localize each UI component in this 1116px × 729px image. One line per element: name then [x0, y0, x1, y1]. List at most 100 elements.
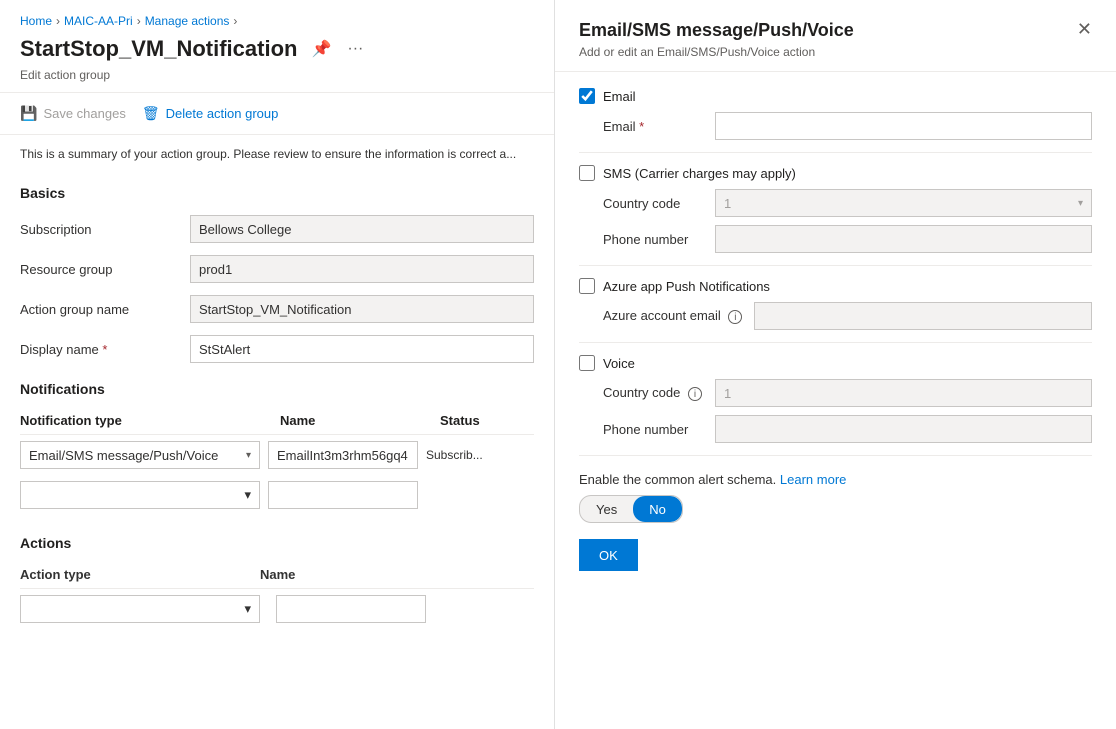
notification-type-select-1[interactable]: ▾: [20, 481, 260, 509]
breadcrumb-manage-actions[interactable]: Manage actions: [145, 14, 230, 28]
email-checkbox-row: Email: [579, 88, 1092, 104]
sms-phone-row: Phone number: [579, 225, 1092, 253]
delete-label: Delete action group: [166, 106, 279, 121]
toggle-group: Yes No: [579, 495, 683, 523]
push-account-label: Azure account email i: [603, 308, 742, 325]
sms-label: SMS (Carrier charges may apply): [603, 166, 796, 181]
toggle-yes-button[interactable]: Yes: [580, 496, 633, 522]
display-name-required: *: [102, 342, 107, 357]
display-name-row: Display name *: [0, 329, 554, 369]
voice-info-icon[interactable]: i: [688, 387, 702, 401]
learn-more-link[interactable]: Learn more: [780, 472, 846, 487]
email-field-row: Email *: [579, 112, 1092, 140]
email-input[interactable]: [715, 112, 1092, 140]
chevron-down-icon-action-0: ▾: [244, 601, 251, 617]
info-text: This is a summary of your action group. …: [0, 135, 554, 173]
breadcrumb-sep3: ›: [233, 14, 237, 28]
sms-country-row: Country code 1 ▾: [579, 189, 1092, 217]
subscription-input[interactable]: [190, 215, 534, 243]
save-button[interactable]: 💾 Save changes: [20, 101, 126, 126]
email-divider: [579, 152, 1092, 153]
sms-phone-input[interactable]: [715, 225, 1092, 253]
voice-checkbox[interactable]: [579, 355, 595, 371]
notification-row-1: ▾: [20, 475, 534, 515]
action-name-input-0[interactable]: [276, 595, 426, 623]
display-name-input[interactable]: [190, 335, 534, 363]
notifications-header: Notifications: [20, 381, 534, 397]
notifications-table-header: Notification type Name Status: [20, 407, 534, 435]
flyout-close-button[interactable]: ✕: [1077, 20, 1092, 38]
more-button[interactable]: ···: [343, 38, 367, 60]
toolbar: 💾 Save changes 🗑 Delete action group: [0, 92, 554, 135]
push-account-row: Azure account email i: [579, 302, 1092, 330]
title-icons: 📌 ···: [307, 37, 367, 61]
flyout-panel: Email/SMS message/Push/Voice Add or edit…: [555, 0, 1116, 729]
flyout-title: Email/SMS message/Push/Voice: [579, 20, 854, 41]
save-label: Save changes: [43, 106, 125, 121]
sms-divider: [579, 265, 1092, 266]
pin-button[interactable]: 📌: [307, 37, 335, 61]
sms-country-dropdown[interactable]: 1 ▾: [715, 189, 1092, 217]
page-title-area: StartStop_VM_Notification 📌 ···: [0, 36, 554, 66]
delete-button[interactable]: 🗑 Delete action group: [142, 101, 279, 126]
actions-header: Actions: [20, 535, 534, 551]
col-name-header: Name: [280, 413, 440, 428]
chevron-down-icon-0: ▾: [246, 450, 251, 461]
push-account-input[interactable]: [754, 302, 1092, 330]
left-panel: Home › MAIC-AA-Pri › Manage actions › St…: [0, 0, 555, 729]
email-checkbox[interactable]: [579, 88, 595, 104]
voice-country-value: 1: [724, 386, 731, 401]
flyout-body: Email Email * SMS (Carrier charges may a…: [555, 72, 1116, 729]
voice-country-row: Country code i 1: [579, 379, 1092, 407]
voice-phone-row: Phone number: [579, 415, 1092, 443]
notification-type-value-0: Email/SMS message/Push/Voice: [29, 448, 218, 463]
breadcrumb-home[interactable]: Home: [20, 14, 52, 28]
push-info-icon[interactable]: i: [728, 310, 742, 324]
resource-group-row: Resource group: [0, 249, 554, 289]
breadcrumb-sep1: ›: [56, 14, 60, 28]
voice-label: Voice: [603, 356, 635, 371]
schema-label: Enable the common alert schema. Learn mo…: [579, 472, 1092, 487]
action-group-name-label: Action group name: [20, 302, 180, 317]
sms-country-value: 1: [724, 196, 731, 211]
toggle-no-button[interactable]: No: [633, 496, 682, 522]
resource-group-label: Resource group: [20, 262, 180, 277]
notification-name-input-0[interactable]: [268, 441, 418, 469]
email-field-label: Email *: [603, 119, 703, 134]
voice-country-dropdown[interactable]: 1: [715, 379, 1092, 407]
chevron-down-icon-1: ▾: [244, 487, 251, 503]
push-divider: [579, 342, 1092, 343]
voice-phone-label: Phone number: [603, 422, 703, 437]
notification-row-0: Email/SMS message/Push/Voice ▾ Subscrib.…: [20, 435, 534, 475]
col-type-header: Notification type: [20, 413, 280, 428]
notifications-section: Notifications Notification type Name Sta…: [0, 369, 554, 519]
action-group-name-row: Action group name: [0, 289, 554, 329]
ok-button[interactable]: OK: [579, 539, 638, 571]
breadcrumb: Home › MAIC-AA-Pri › Manage actions ›: [0, 0, 554, 36]
resource-group-input[interactable]: [190, 255, 534, 283]
notification-name-input-1[interactable]: [268, 481, 418, 509]
voice-phone-input[interactable]: [715, 415, 1092, 443]
voice-country-label: Country code i: [603, 385, 703, 402]
sms-checkbox-row: SMS (Carrier charges may apply): [579, 165, 1092, 181]
sms-checkbox[interactable]: [579, 165, 595, 181]
voice-checkbox-row: Voice: [579, 355, 1092, 371]
flyout-header: Email/SMS message/Push/Voice Add or edit…: [555, 0, 1116, 72]
sms-country-chevron: ▾: [1078, 198, 1083, 209]
email-label: Email: [603, 89, 636, 104]
breadcrumb-maic[interactable]: MAIC-AA-Pri: [64, 14, 133, 28]
push-checkbox-row: Azure app Push Notifications: [579, 278, 1092, 294]
subscription-row: Subscription: [0, 209, 554, 249]
flyout-header-text: Email/SMS message/Push/Voice Add or edit…: [579, 20, 854, 59]
sms-phone-label: Phone number: [603, 232, 703, 247]
push-checkbox[interactable]: [579, 278, 595, 294]
action-type-select-0[interactable]: ▾: [20, 595, 260, 623]
action-group-name-input[interactable]: [190, 295, 534, 323]
toggle-section: Enable the common alert schema. Learn mo…: [579, 472, 1092, 523]
subscription-label: Subscription: [20, 222, 180, 237]
basics-section-title: Basics: [0, 173, 554, 209]
notification-type-select-0[interactable]: Email/SMS message/Push/Voice ▾: [20, 441, 260, 469]
display-name-label: Display name *: [20, 342, 180, 357]
action-row-0: ▾: [20, 589, 534, 629]
edit-label: Edit action group: [0, 66, 554, 92]
